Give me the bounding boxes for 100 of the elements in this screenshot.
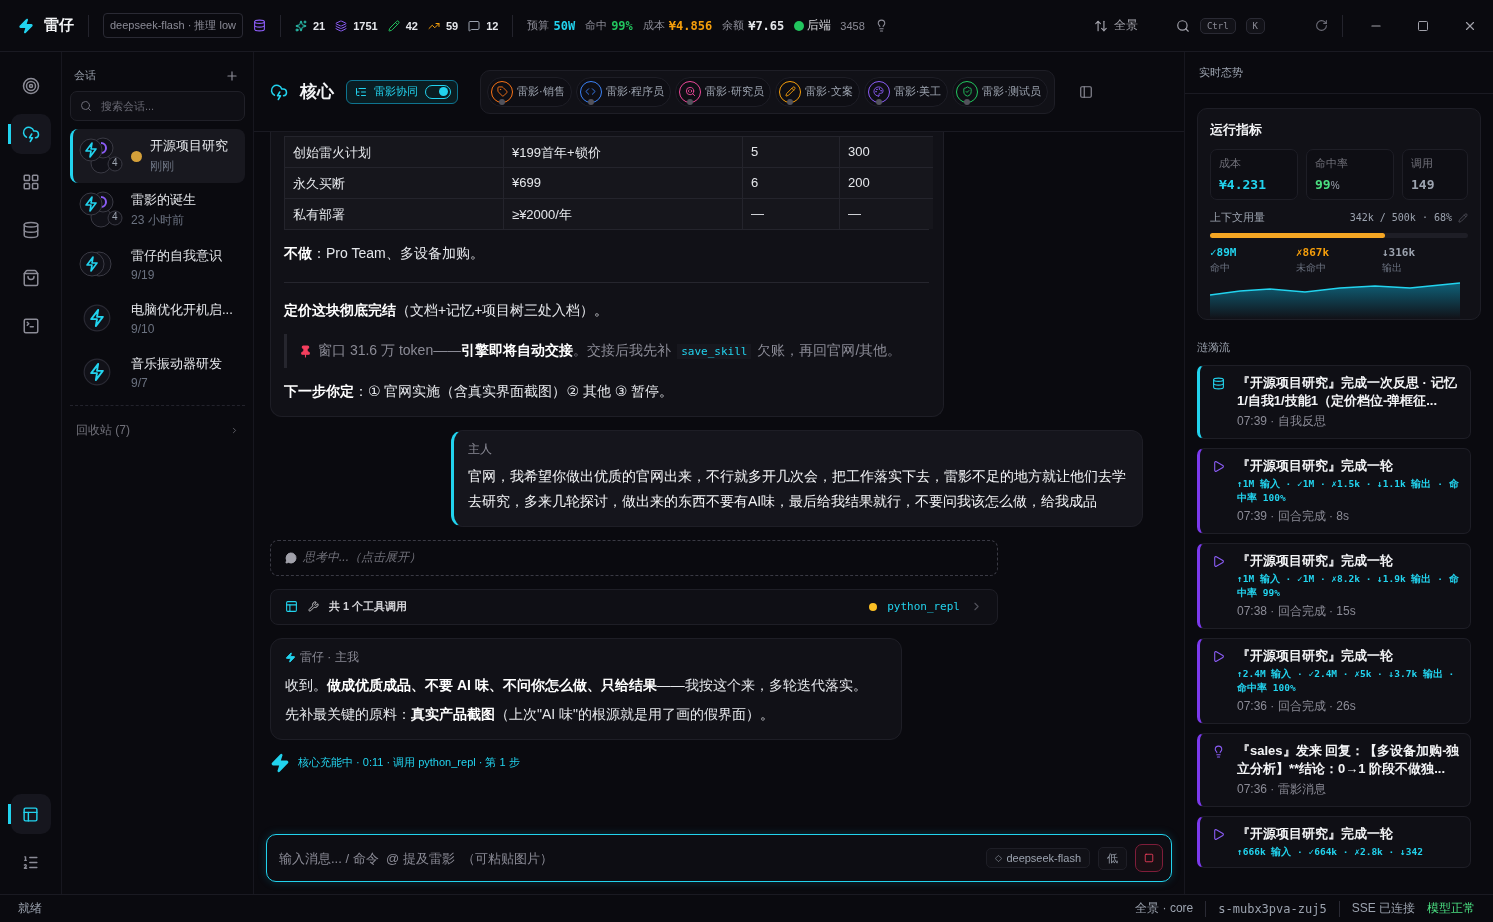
code-text: save_skill [677, 343, 752, 359]
panorama-button[interactable]: 全景 [1089, 13, 1142, 38]
event-card[interactable]: 『开源项目研究』完成一次反思 · 记忆1/自我1/技能1（定价档位-弹框征... 07:39 · 自我反思 [1197, 365, 1471, 439]
message-input[interactable]: 输入消息... / 命令 @ 提及雷影 （可粘贴图片） deepseek-flash 低 [266, 834, 1172, 882]
agent-chip[interactable]: 雷影·文案 [775, 76, 860, 107]
tile-label: 调用 [1411, 156, 1434, 171]
event-card[interactable]: 『sales』发来 回复：【多设备加购-独立分析】**结论：0→1 阶段不做独... 07:36 · 雷影消息 [1197, 733, 1471, 807]
session-item[interactable]: 4 开源项目研究 刚刚 [70, 129, 245, 183]
refresh-icon[interactable] [1315, 19, 1328, 32]
quote-text: 窗口 31.6 万 token——引擎即将自动交接。交接后我先补 [318, 342, 672, 361]
metric-value: ¥4.856 [668, 18, 713, 33]
terminal-icon [21, 317, 40, 335]
token-stat: ✓89M [1210, 246, 1238, 259]
play-icon [1212, 828, 1225, 841]
play-icon [1212, 460, 1225, 473]
event-meta: 07:39 · 自我反思 [1237, 413, 1327, 430]
stat-count: 59 [445, 19, 459, 32]
search-icon [80, 100, 92, 112]
stop-icon [1144, 853, 1154, 863]
collab-toggle[interactable]: 雷影协同 [346, 79, 458, 104]
agent-chip[interactable]: 雷影·程序员 [575, 76, 672, 107]
cloud-nav-button[interactable] [10, 114, 51, 154]
message-text: 官网，我希望你做出优质的官网出来，不行就多开几次会，把工作落实下去，雷影不足的地方就让他们去学去研究，多来几轮探讨，做出来的东西不要有AI味，最后给我结果就行，不要问我该怎么做，给我成品 [468, 466, 1127, 511]
tile-value: 149 [1411, 176, 1436, 193]
stat-count: 12 [486, 19, 499, 32]
stop-button[interactable] [1135, 844, 1163, 872]
session-item[interactable]: 电脑优化开机启... 9/10 [70, 291, 245, 345]
layout-nav-button[interactable] [10, 794, 51, 834]
event-card[interactable]: 『开源项目研究』完成一轮 ↑2.4M 输入 · ✓2.4M · ✗5k · ↓3.7k 输出 · 命中率 100% 07:36 · 回合完成 · 26s [1197, 638, 1471, 724]
token-stat-label: 未命中 [1296, 261, 1327, 275]
panel-icon[interactable] [1079, 84, 1094, 99]
table-cell: 创始雷火计划 [285, 136, 503, 167]
diamond-icon [995, 854, 1003, 862]
panel-title: 实时态势 [1185, 52, 1493, 94]
search-icon[interactable] [1175, 18, 1190, 33]
tool-call-bar[interactable]: 共 1 个工具调用 python_repl [270, 588, 998, 625]
stat-count: 21 [312, 19, 326, 32]
agent-chip[interactable]: 雷影·销售 [487, 76, 572, 107]
stream-title: 涟漪流 [1197, 340, 1231, 355]
table-cell: 私有部署 [285, 198, 503, 229]
event-title: 『sales』发来 回复：【多设备加购-独立分析】**结论：0→1 阶段不做独... [1237, 742, 1460, 778]
event-card[interactable]: 『开源项目研究』完成一轮 ↑666k 输入 · ✓664k · ✗2.8k · ↓342 [1197, 816, 1471, 868]
event-title: 『开源项目研究』完成一轮 [1237, 825, 1394, 843]
trash-link[interactable]: 回收站 (7) [76, 422, 130, 439]
panel-title: 核心 [300, 81, 334, 103]
database-icon [1212, 377, 1225, 390]
bolt-icon [285, 651, 296, 663]
database-icon[interactable] [252, 19, 266, 32]
table-cell: — [839, 198, 933, 229]
token-stat: ↓316k [1382, 246, 1417, 259]
pin-icon [299, 344, 312, 358]
model-selector[interactable]: deepseek-flash [986, 848, 1090, 868]
tile-label: 命中率 [1315, 156, 1349, 171]
session-title: 雷影的诞生 [131, 191, 196, 209]
table-cell: 永久买断 [285, 167, 503, 198]
metric-label: 预算 [527, 18, 550, 33]
event-card[interactable]: 『开源项目研究』完成一轮 ↑1M 输入 · ✓1M · ✗8.2k · ↓1.9k 输出 · 命中率 99% 07:38 · 回合完成 · 15s [1197, 543, 1471, 629]
event-meta: 07:38 · 回合完成 · 15s [1237, 603, 1357, 620]
event-card[interactable]: 『开源项目研究』完成一轮 ↑1M 输入 · ✓1M · ✗1.5k · ↓1.1k 输出 · 命中率 100% 07:39 · 回合完成 · 8s [1197, 448, 1471, 534]
message-author: 雷仔 · 主我 [300, 648, 359, 666]
cloud-bolt-icon [270, 82, 288, 101]
thinking-bar[interactable]: 思考中...（点击展开） [270, 539, 998, 576]
agent-chip[interactable]: 雷影·测试员 [952, 76, 1049, 107]
up-down-arrow-icon [1093, 18, 1108, 33]
progress-text: 核心充能中 · 0:11 · 调用 python_repl · 第 1 步 [298, 755, 520, 771]
reply-paragraph: 收到。做成优质成品、不要 AI 味、不问你怎么做、只给结果——我按这个来，多轮迭代落实。 [285, 675, 868, 695]
token-stat-label: 输出 [1382, 261, 1403, 275]
search-field[interactable]: 搜索会话... [70, 91, 245, 121]
event-detail: ↑1M 输入 · ✓1M · ✗8.2k · ↓1.9k 输出 · 命中率 99% [1237, 572, 1460, 600]
wrench-icon [308, 601, 319, 613]
pen-icon [387, 19, 400, 32]
table-cell: 200 [839, 167, 933, 198]
agent-chip[interactable]: 雷影·美工 [863, 76, 949, 107]
agent-chip[interactable]: 雷影·研究员 [675, 76, 771, 107]
cloud-bolt-icon [21, 125, 40, 143]
new-chat-icon[interactable] [225, 68, 239, 83]
play-icon [1212, 650, 1225, 663]
effort-selector[interactable]: 低 [1098, 846, 1127, 870]
tile-value: ¥4.231 [1219, 176, 1267, 193]
session-item[interactable]: 雷仔的自我意识 9/19 [70, 237, 245, 291]
session-title: 音乐振动器研发 [131, 354, 222, 373]
table-cell: 5 [742, 136, 839, 167]
session-time: 9/7 [131, 375, 149, 390]
stat-count: 1751 [353, 19, 378, 32]
grid-icon [21, 173, 40, 191]
model-label[interactable]: deepseek-flash · 推理 low [103, 13, 243, 38]
layers-icon [335, 19, 348, 32]
status-text: 就绪 [18, 900, 42, 917]
shortcut-key: Ctrl [1199, 17, 1236, 34]
tile-value: 99% [1315, 176, 1341, 193]
event-detail: ↑1M 输入 · ✓1M · ✗1.5k · ↓1.1k 输出 · 命中率 100% [1237, 477, 1460, 505]
session-time: 刚刚 [150, 158, 175, 175]
panel-icon [285, 600, 298, 614]
event-title: 『开源项目研究』完成一轮 [1237, 457, 1394, 475]
metric-label: 命中 [585, 18, 608, 33]
session-item[interactable]: 4 雷影的诞生 23 小时前 [70, 183, 245, 237]
maximize-icon[interactable] [1417, 19, 1429, 32]
sidebar-title: 会话 [74, 68, 96, 83]
table-cell: 6 [742, 167, 839, 198]
session-item[interactable]: 音乐振动器研发 9/7 [70, 345, 245, 399]
